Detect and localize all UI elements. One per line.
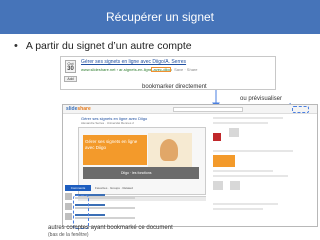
- sidebar-line: [213, 117, 283, 119]
- sidebar-red-thumb: [213, 133, 221, 141]
- avatar: [65, 193, 72, 200]
- avatar: [65, 203, 72, 210]
- browser-screenshot: slideshare Gérer ses signets en ligne av…: [62, 104, 318, 229]
- sidebar-thumb: [229, 128, 240, 137]
- sidebar-line: [213, 150, 293, 152]
- sidebar-line: [213, 122, 268, 124]
- logo-suffix: share: [77, 106, 91, 112]
- label-accounts: autres comptes ayant bookmarké ce docume…: [48, 225, 173, 239]
- sidebar-line: [213, 170, 273, 172]
- preview-icon[interactable]: [292, 106, 309, 113]
- list-item-lines: [75, 193, 209, 199]
- related-sidebar: [213, 117, 313, 210]
- sidebar-thumb: [230, 181, 241, 190]
- logo-prefix: slide: [66, 106, 78, 112]
- label-accounts-sub: (bas de la fenêtre): [48, 232, 89, 238]
- sidebar-line: [213, 208, 263, 210]
- sidebar-orange-thumb[interactable]: [213, 155, 235, 167]
- label-accounts-main: autres comptes ayant bookmarké ce docume…: [48, 225, 173, 231]
- search-input[interactable]: [173, 107, 243, 112]
- label-preview: ou prévisualiser: [240, 96, 283, 102]
- slide-illustration: [148, 133, 192, 167]
- sidebar-item[interactable]: [213, 181, 313, 199]
- accounts-highlight: [73, 195, 89, 229]
- avatar: [65, 213, 72, 220]
- browser-toolbar: slideshare: [63, 105, 317, 114]
- sidebar-line: [213, 203, 278, 205]
- list-item-lines: [75, 203, 209, 209]
- slide-caption: Diigo · les fonctions: [121, 171, 152, 175]
- comments-tabs: Comments Favorites · Groups · Related: [65, 185, 209, 191]
- sidebar-thumb: [213, 181, 223, 190]
- list-item-lines: [75, 213, 209, 219]
- tab-others[interactable]: Favorites · Groups · Related: [95, 186, 133, 190]
- document-meta: Alexandre Serres · Université Rennes 2: [81, 121, 134, 125]
- sidebar-item[interactable]: [213, 128, 313, 146]
- tab-comments[interactable]: Comments: [65, 185, 91, 191]
- slide-inner-title: Gérer ses signets en ligne avec Diigo: [85, 139, 138, 150]
- slideshare-logo: slideshare: [66, 106, 91, 112]
- sidebar-line: [213, 175, 288, 177]
